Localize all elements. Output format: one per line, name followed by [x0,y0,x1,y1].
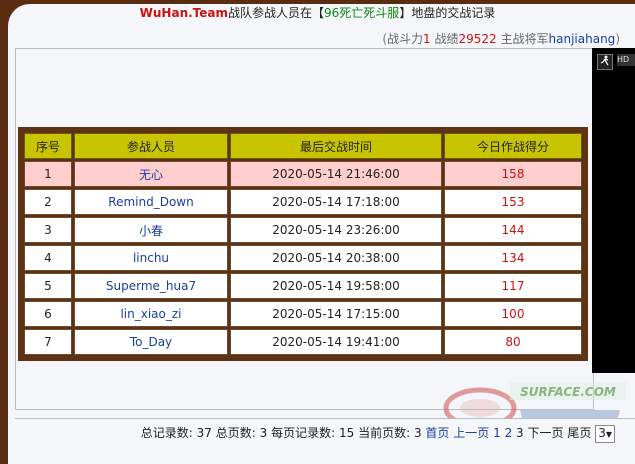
row-score: 134 [444,245,582,271]
page-title: WuHan.Team战队参战人员在【96死亡死斗服】地盘的交战记录 [0,4,635,22]
table-header-row: 序号 参战人员 最后交战时间 今日作战得分 [24,133,582,159]
power-value: 1 [423,32,431,46]
row-player-link[interactable]: 小春 [74,217,228,243]
row-score: 117 [444,273,582,299]
table-row: 4 linchu 2020-05-14 20:38:00 134 [24,245,582,271]
row-player-link[interactable]: lin_xiao_zi [74,301,228,327]
col-header-score: 今日作战得分 [444,133,582,159]
battle-record-table-wrap: 序号 参战人员 最后交战时间 今日作战得分 1 无心 2020-05-14 21… [18,127,588,361]
per-page-value: 15 [338,426,355,440]
page-link-2[interactable]: 2 [505,426,513,440]
total-records-value: 37 [196,426,212,440]
col-header-no: 序号 [24,133,72,159]
row-no: 3 [24,217,72,243]
record-label: 战绩 [434,32,459,46]
table-row: 7 To_Day 2020-05-14 19:41:00 80 [24,329,582,355]
row-score: 80 [444,329,582,355]
row-player-link[interactable]: Remind_Down [74,189,228,215]
row-player-link[interactable]: Superme_hua7 [74,273,228,299]
current-page-label: 当前页数: [358,426,411,440]
title-text-1: 战队参战人员在【 [228,6,325,20]
row-player-link[interactable]: linchu [74,245,228,271]
team-name: WuHan.Team [139,6,229,20]
table-row: 1 无心 2020-05-14 21:46:00 158 [24,161,582,187]
record-value: 29522 [458,32,497,46]
team-stats: (战斗力1 战绩29522 主战将军hanjiahang) [0,30,620,47]
page-select[interactable]: 3▼ [595,424,615,443]
runner-icon [600,55,609,66]
row-no: 7 [24,329,72,355]
row-last-time: 2020-05-14 17:15:00 [230,301,442,327]
first-page-link[interactable]: 首页 [425,426,449,440]
chevron-down-icon: ▼ [605,429,612,439]
table-row: 3 小春 2020-05-14 23:26:00 144 [24,217,582,243]
col-header-last-time: 最后交战时间 [230,133,442,159]
row-score: 144 [444,217,582,243]
row-player-link[interactable]: 无心 [74,161,228,187]
row-last-time: 2020-05-14 20:38:00 [230,245,442,271]
col-header-player: 参战人员 [74,133,228,159]
row-last-time: 2020-05-14 17:18:00 [230,189,442,215]
row-player-link[interactable]: To_Day [74,329,228,355]
player-icon[interactable] [597,54,613,70]
row-last-time: 2020-05-14 23:26:00 [230,217,442,243]
server-name: 96死亡死斗服 [324,6,400,20]
row-last-time: 2020-05-14 19:58:00 [230,273,442,299]
page-link-1[interactable]: 1 [493,426,501,440]
total-pages-value: 3 [259,426,268,440]
row-no: 4 [24,245,72,271]
row-no: 6 [24,301,72,327]
prev-page-link[interactable]: 上一页 [453,426,489,440]
commander-label: 主战将军 [500,32,549,46]
row-no: 5 [24,273,72,299]
total-records-label: 总记录数: [140,426,193,440]
title-text-2: 】地盘的交战记录 [399,6,496,20]
row-score: 158 [444,161,582,187]
row-last-time: 2020-05-14 19:41:00 [230,329,442,355]
stats-close-paren: ) [615,32,620,46]
power-label: 战斗力 [387,32,424,46]
row-no: 2 [24,189,72,215]
row-no: 1 [24,161,72,187]
page-link-3-current: 3 [516,426,524,440]
last-page-text: 尾页 [567,426,592,440]
table-row: 2 Remind_Down 2020-05-14 17:18:00 153 [24,189,582,215]
table-row: 5 Superme_hua7 2020-05-14 19:58:00 117 [24,273,582,299]
row-last-time: 2020-05-14 21:46:00 [230,161,442,187]
row-score: 153 [444,189,582,215]
hd-badge: HD [617,54,635,66]
pagination: 总记录数: 37 总页数: 3 每页记录数: 15 当前页数: 3 首页 上一页… [0,424,615,443]
next-page-text: 下一页 [527,426,564,440]
battle-record-table: 序号 参战人员 最后交战时间 今日作战得分 1 无心 2020-05-14 21… [22,131,584,357]
watermark-text: SURFACE.COM [520,385,616,399]
current-page-value: 3 [413,426,422,440]
commander-value[interactable]: hanjiahang [549,32,616,46]
row-score: 100 [444,301,582,327]
page-select-value: 3 [598,425,606,440]
table-row: 6 lin_xiao_zi 2020-05-14 17:15:00 100 [24,301,582,327]
total-pages-label: 总页数: [215,426,256,440]
side-dark-panel [592,48,635,373]
per-page-label: 每页记录数: [271,426,336,440]
